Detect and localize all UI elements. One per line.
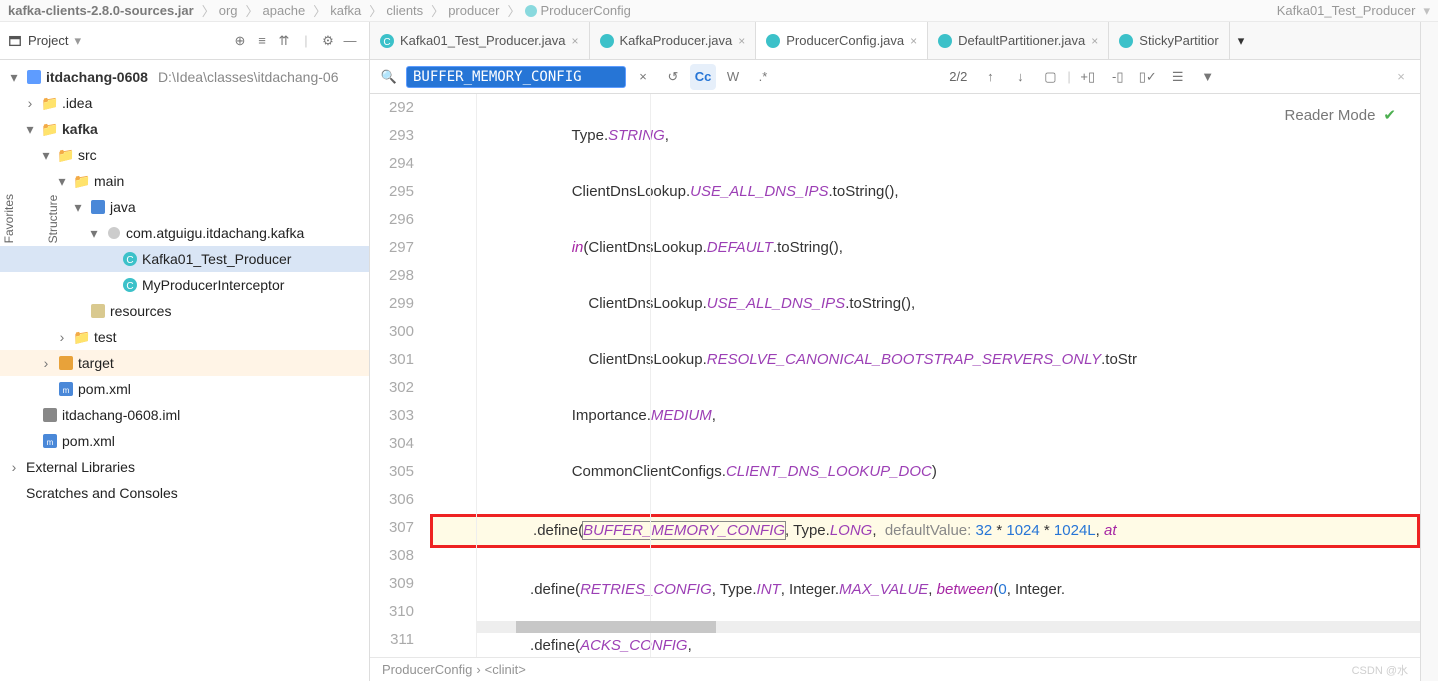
class-icon: C — [380, 34, 394, 48]
reader-mode-label[interactable]: Reader Mode✔ — [1285, 102, 1396, 130]
project-sidebar: Project ▾ ⊕ ≡ ⇈ | ⚙ — ▾itdachang-0608D:\… — [0, 22, 370, 681]
title-breadcrumbs: kafka-clients-2.8.0-sources.jar〉 org〉 ap… — [0, 0, 1438, 22]
class-myproducerinterceptor[interactable]: CMyProducerInterceptor — [0, 272, 369, 298]
words-button[interactable]: W — [720, 64, 746, 90]
more-tabs-icon[interactable]: ▾ — [1230, 33, 1253, 49]
code-editor[interactable]: Reader Mode✔ 292293294295 296297298299 3… — [370, 94, 1420, 657]
file-pom2[interactable]: mpom.xml — [0, 428, 369, 454]
tab-stickypartitioner[interactable]: StickyPartitior — [1109, 22, 1229, 59]
find-bar: 🔍 × ↺ Cc W .* 2/2 ↑ ↓ ▢ | +▯ -▯ ▯✓ ☰ ▼ × — [370, 60, 1420, 94]
tab-defaultpartitioner[interactable]: DefaultPartitioner.java× — [928, 22, 1109, 59]
scratches-consoles[interactable]: Scratches and Consoles — [0, 480, 369, 506]
filter-lines-icon[interactable]: ☰ — [1165, 64, 1191, 90]
prev-match-icon[interactable]: ↑ — [977, 64, 1003, 90]
project-icon — [8, 34, 22, 48]
folder-icon: 📁 — [42, 95, 58, 111]
tab-kafka01-test-producer[interactable]: CKafka01_Test_Producer.java× — [370, 22, 590, 59]
search-icon: 🔍 — [376, 64, 402, 90]
gear-icon[interactable]: ⚙ — [317, 33, 339, 49]
editor-breadcrumb[interactable]: ProducerConfig›<clinit> CSDN @水 — [370, 657, 1420, 681]
expand-all-icon[interactable]: ≡ — [251, 33, 273, 48]
close-icon[interactable]: × — [910, 34, 917, 48]
source-folder-icon — [90, 199, 106, 215]
folder-test[interactable]: ›📁test — [0, 324, 369, 350]
class-icon: C — [122, 277, 138, 293]
project-tool-label[interactable]: Project ▾ — [8, 33, 81, 49]
next-match-icon[interactable]: ↓ — [1007, 64, 1033, 90]
close-icon[interactable]: × — [738, 34, 745, 48]
class-icon: C — [122, 251, 138, 267]
project-tree[interactable]: ▾itdachang-0608D:\Idea\classes\itdachang… — [0, 60, 369, 681]
filter-icon[interactable]: ▼ — [1195, 64, 1221, 90]
search-input[interactable] — [406, 66, 626, 88]
module-kafka[interactable]: ▾📁kafka — [0, 116, 369, 142]
line-gutter: 292293294295 296297298299 300301302303 3… — [370, 94, 430, 657]
module-icon: 📁 — [42, 121, 58, 137]
excluded-folder-icon — [58, 355, 74, 371]
regex-button[interactable]: .* — [750, 64, 776, 90]
editor-marker-strip[interactable] — [1420, 22, 1438, 681]
file-pom1[interactable]: mpom.xml — [0, 376, 369, 402]
folder-icon: 📁 — [74, 173, 90, 189]
search-history-icon[interactable]: ↺ — [660, 64, 686, 90]
svg-text:C: C — [126, 281, 133, 292]
horizontal-scrollbar[interactable] — [476, 621, 1420, 633]
svg-text:m: m — [63, 386, 70, 395]
folder-resources[interactable]: resources — [0, 298, 369, 324]
package-icon — [106, 225, 122, 241]
highlighted-line: .define(BUFFER_MEMORY_CONFIG, Type.LONG,… — [430, 514, 1420, 548]
remove-selection-icon[interactable]: -▯ — [1105, 64, 1131, 90]
toggle-selection-icon[interactable]: ▯✓ — [1135, 64, 1161, 90]
close-icon[interactable]: × — [1091, 34, 1098, 48]
collapse-all-icon[interactable]: ⇈ — [273, 33, 295, 49]
maven-icon: m — [42, 433, 58, 449]
folder-idea[interactable]: ›📁.idea — [0, 90, 369, 116]
folder-target[interactable]: ›target — [0, 350, 369, 376]
editor-tabs: CKafka01_Test_Producer.java× KafkaProduc… — [370, 22, 1420, 60]
match-case-button[interactable]: Cc — [690, 64, 716, 90]
folder-src[interactable]: ▾📁src — [0, 142, 369, 168]
project-root[interactable]: ▾itdachang-0608D:\Idea\classes\itdachang… — [0, 64, 369, 90]
select-all-icon[interactable]: ▢ — [1037, 64, 1063, 90]
tab-kafkaproducer[interactable]: KafkaProducer.java× — [590, 22, 757, 59]
iml-icon — [42, 407, 58, 423]
close-searchbar-icon[interactable]: × — [1388, 64, 1414, 90]
divider-icon: | — [295, 33, 317, 48]
svg-text:C: C — [126, 255, 133, 266]
clear-search-icon[interactable]: × — [630, 64, 656, 90]
external-libraries[interactable]: ›External Libraries — [0, 454, 369, 480]
tab-producerconfig[interactable]: ProducerConfig.java× — [756, 22, 928, 59]
close-icon[interactable]: × — [572, 34, 579, 48]
left-tool-strip: Favorites Structure — [0, 190, 62, 247]
file-iml[interactable]: itdachang-0608.iml — [0, 402, 369, 428]
locate-file-icon[interactable]: ⊕ — [229, 33, 251, 49]
svg-text:m: m — [47, 438, 54, 447]
folder-icon: 📁 — [58, 147, 74, 163]
folder-icon: 📁 — [74, 329, 90, 345]
hide-icon[interactable]: — — [339, 33, 361, 48]
search-count: 2/2 — [949, 69, 967, 84]
add-selection-icon[interactable]: +▯ — [1075, 64, 1101, 90]
resources-folder-icon — [90, 303, 106, 319]
class-kafka01-test-producer[interactable]: CKafka01_Test_Producer — [0, 246, 369, 272]
maven-icon: m — [58, 381, 74, 397]
svg-text:C: C — [383, 37, 390, 48]
